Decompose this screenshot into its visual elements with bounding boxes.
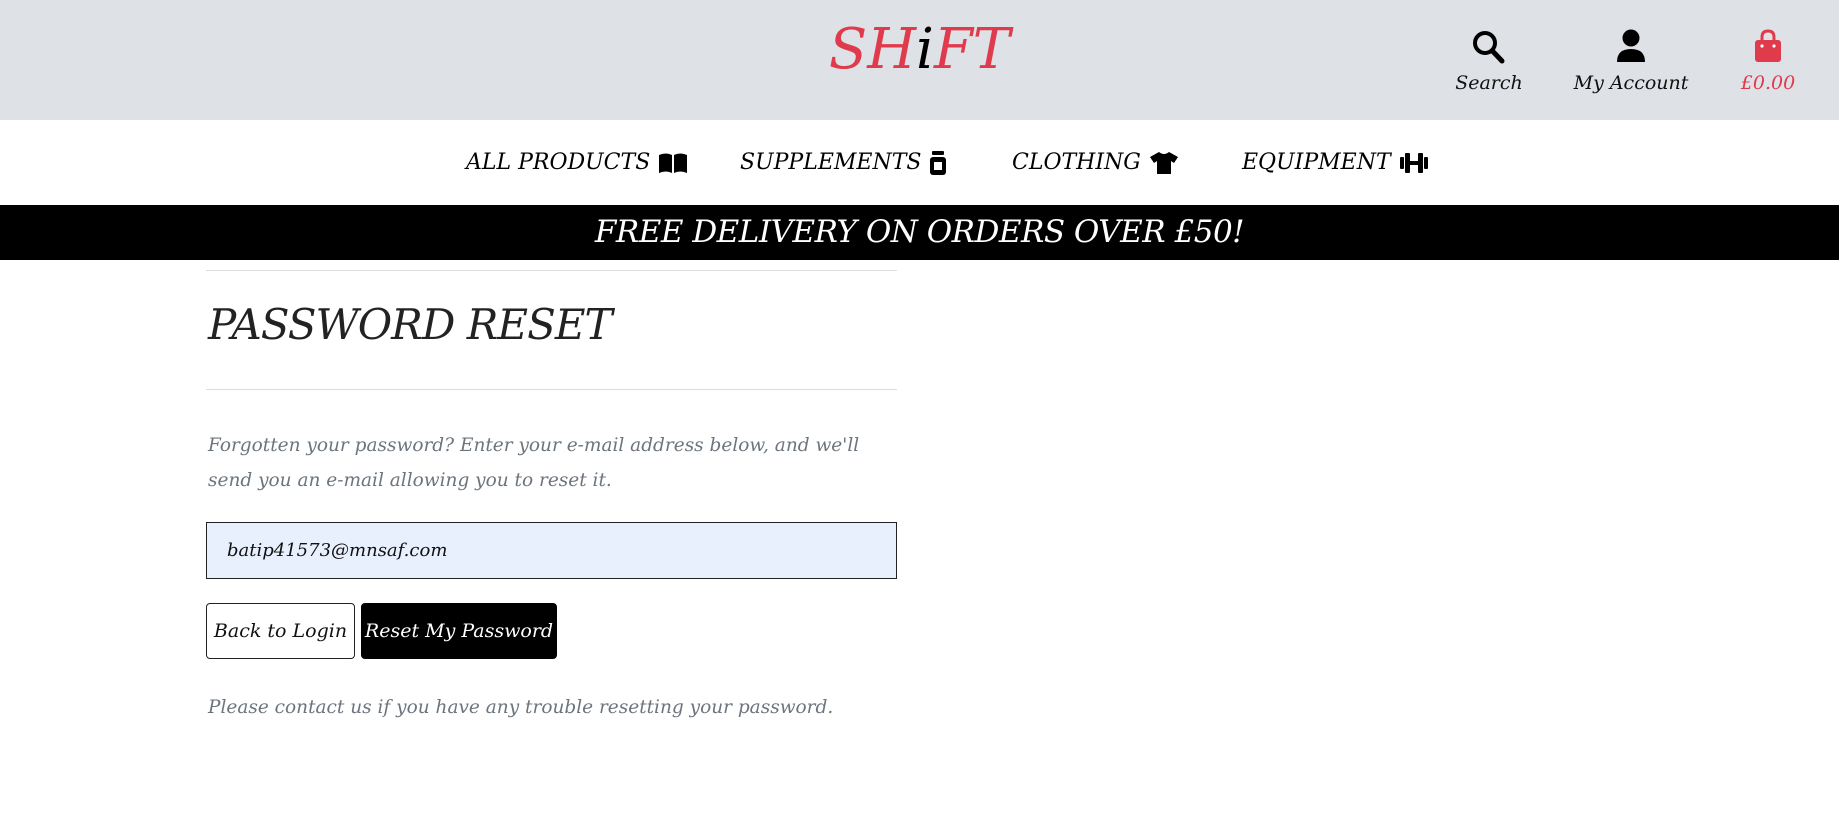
- nav-item-clothing[interactable]: CLOTHING: [1012, 150, 1179, 175]
- email-input[interactable]: [206, 522, 897, 579]
- user-icon: [1617, 29, 1645, 62]
- nav-item-label: EQUIPMENT: [1242, 150, 1391, 175]
- book-open-icon: [659, 153, 688, 173]
- my-account-link[interactable]: My Account: [1571, 28, 1691, 94]
- cart-link[interactable]: £0.00: [1708, 28, 1828, 94]
- main-nav: ALL PRODUCTS SUPPLEMENTS CLOTHING EQUIPM…: [0, 120, 1839, 205]
- site-header: SHiFT Search My Account £0.00: [0, 0, 1839, 120]
- free-delivery-banner: FREE DELIVERY ON ORDERS OVER £50!: [0, 205, 1839, 260]
- top-divider: [206, 270, 897, 271]
- site-logo[interactable]: SHiFT: [0, 22, 1839, 78]
- logo-text-end: FT: [933, 17, 1011, 82]
- cart-total: £0.00: [1740, 72, 1796, 94]
- reset-password-button[interactable]: Reset My Password: [361, 603, 557, 659]
- nav-item-label: CLOTHING: [1012, 150, 1141, 175]
- back-to-login-button[interactable]: Back to Login: [206, 603, 355, 659]
- search-icon: [1473, 31, 1505, 64]
- account-label: My Account: [1573, 72, 1689, 94]
- title-divider: [206, 389, 897, 390]
- jar-icon: [930, 150, 947, 175]
- search-link[interactable]: Search: [1429, 28, 1549, 94]
- tshirt-icon: [1149, 151, 1178, 174]
- dumbbell-icon: [1399, 152, 1428, 173]
- nav-item-label: ALL PRODUCTS: [466, 150, 651, 175]
- help-text: Please contact us if you have any troubl…: [208, 697, 834, 718]
- nav-item-equipment[interactable]: EQUIPMENT: [1242, 150, 1429, 175]
- intro-text: Forgotten your password? Enter your e-ma…: [208, 435, 860, 491]
- page-title: PASSWORD RESET: [208, 300, 613, 349]
- nav-item-all-products[interactable]: ALL PRODUCTS: [466, 150, 688, 175]
- nav-item-label: SUPPLEMENTS: [740, 150, 922, 175]
- search-label: Search: [1455, 72, 1523, 94]
- banner-text: FREE DELIVERY ON ORDERS OVER £50!: [594, 214, 1245, 250]
- logo-text-i: i: [916, 17, 934, 82]
- logo-text-start: SH: [828, 17, 917, 82]
- nav-item-supplements[interactable]: SUPPLEMENTS: [740, 150, 947, 175]
- shopping-bag-icon: [1755, 29, 1781, 62]
